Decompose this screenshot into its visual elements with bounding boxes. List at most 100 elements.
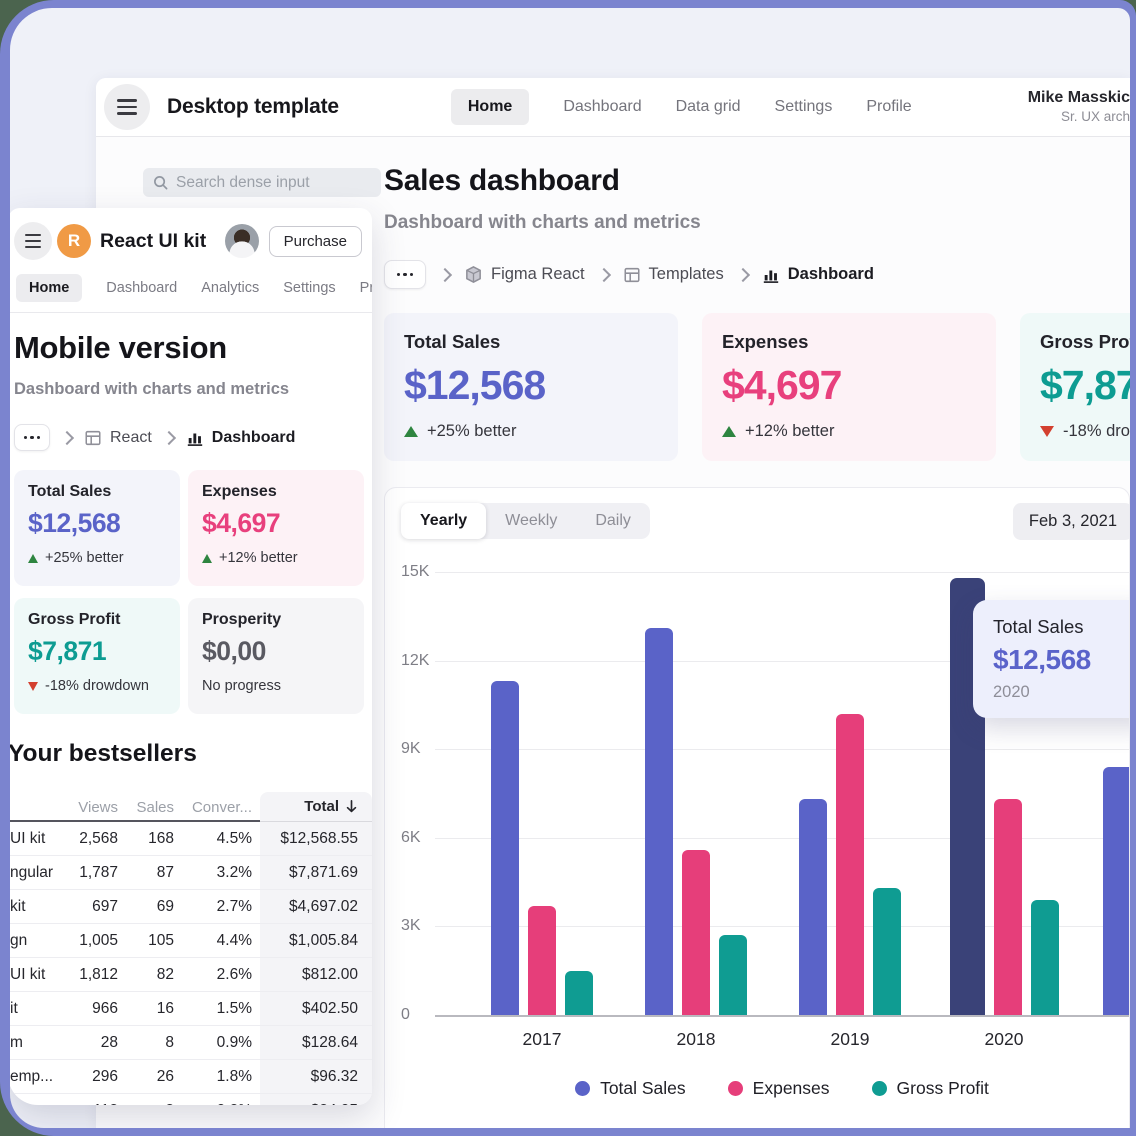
cell-value: 3.2% (182, 864, 260, 882)
mobile-stat-card-expenses: Expenses$4,697+12% better (188, 470, 364, 586)
bar-expenses-2017[interactable] (528, 906, 556, 1015)
cell-value: $7,871.69 (260, 856, 372, 889)
tab-profile[interactable]: Profile (866, 98, 911, 116)
table-row: emp...296261.8%$96.32 (10, 1060, 372, 1094)
breadcrumb-item-figma-react[interactable]: Figma React (464, 265, 585, 284)
cell-value: $128.64 (260, 1026, 372, 1059)
bar-group-2018 (619, 572, 773, 1015)
date-picker-chip[interactable]: Feb 3, 2021 (1013, 503, 1130, 540)
breadcrumb-more-button[interactable] (384, 260, 426, 289)
column-header-views[interactable]: Views (62, 799, 126, 816)
search-icon (153, 175, 168, 190)
mobile-tab-dashboard[interactable]: Dashboard (106, 280, 177, 296)
bestsellers-title: Your bestsellers (10, 740, 197, 768)
menu-button[interactable] (104, 84, 150, 130)
bar-gross-profit-2019[interactable] (873, 888, 901, 1015)
bar-gross-profit-2017[interactable] (565, 971, 593, 1015)
trend-row: -18% drowdown (1040, 422, 1130, 441)
chevron-right-icon (736, 267, 750, 281)
cell-product: emp... (10, 1068, 62, 1086)
legend-item-expenses[interactable]: Expenses (728, 1078, 830, 1099)
breadcrumb-label: Dashboard (212, 429, 296, 447)
y-axis-tick: 9K (401, 740, 421, 758)
bar-expenses-2020[interactable] (994, 799, 1022, 1015)
legend-item-total-sales[interactable]: Total Sales (575, 1078, 686, 1099)
mobile-menu-button[interactable] (14, 222, 52, 260)
gridline (435, 1015, 1129, 1017)
bar-gross-profit-2018[interactable] (719, 935, 747, 1015)
mobile-tab-analytics[interactable]: Analytics (201, 280, 259, 296)
cell-value: 966 (62, 1000, 126, 1018)
breadcrumb-label: Dashboard (788, 265, 874, 284)
sort-descending-icon (345, 800, 358, 814)
avatar[interactable] (225, 224, 259, 258)
chevron-right-icon (438, 267, 452, 281)
bar-total-sales-2018[interactable] (645, 628, 673, 1015)
x-axis-label-2017: 2017 (465, 1029, 619, 1050)
period-tab-daily[interactable]: Daily (576, 503, 650, 539)
mobile-nav-tabs: Home Dashboard Analytics Settings Profile (16, 274, 372, 302)
card-label: Expenses (202, 483, 350, 501)
breadcrumb-item-dashboard[interactable]: Dashboard (762, 265, 874, 284)
card-label: Total Sales (404, 331, 658, 353)
cell-value: $12,568.55 (260, 822, 372, 855)
tab-data-grid[interactable]: Data grid (676, 98, 741, 116)
mobile-page-title: Mobile version (14, 330, 227, 366)
column-header-conver[interactable]: Conver... (182, 799, 260, 816)
tab-dashboard[interactable]: Dashboard (563, 98, 641, 116)
page-subtitle: Dashboard with charts and metrics (384, 212, 701, 234)
y-axis-tick: 12K (401, 652, 429, 670)
trend-text: +25% better (45, 550, 124, 566)
user-block[interactable]: Mike Masskic Sr. UX arch (1012, 88, 1130, 126)
mobile-tab-settings[interactable]: Settings (283, 280, 335, 296)
cell-value: 2.7% (182, 898, 260, 916)
legend-dot-icon (575, 1081, 590, 1096)
cell-value: 168 (126, 830, 182, 848)
breadcrumb-item-dashboard[interactable]: Dashboard (186, 429, 296, 447)
legend-item-gross-profit[interactable]: Gross Profit (872, 1078, 989, 1099)
trend-row: +25% better (404, 422, 658, 441)
mobile-panel: R React UI kit Purchase HomeDashboardAna… (10, 208, 372, 1105)
cell-value: $4,697.02 (260, 890, 372, 923)
cell-value: 16 (126, 1000, 182, 1018)
tooltip-year: 2020 (993, 683, 1130, 702)
breadcrumb-more-button[interactable] (14, 424, 50, 451)
search-input[interactable]: Search dense input (143, 168, 381, 197)
bar-expenses-2018[interactable] (682, 850, 710, 1015)
bar-total-sales-2017[interactable] (491, 681, 519, 1015)
chevron-right-icon (162, 430, 176, 444)
search-placeholder: Search dense input (176, 174, 310, 192)
breadcrumb-item-templates[interactable]: Templates (623, 265, 724, 284)
bar-expenses-2019[interactable] (836, 714, 864, 1015)
cell-value: 87 (126, 864, 182, 882)
bar-partial-next-year[interactable] (1103, 767, 1130, 1015)
table-row: UI kit1,812822.6%$812.00 (10, 958, 372, 992)
mobile-tab-home[interactable]: Home (16, 274, 82, 302)
tab-home[interactable]: Home (451, 89, 529, 125)
bestsellers-table: ViewsSalesConver...TotalUI kit2,5681684.… (10, 792, 372, 1105)
period-tab-weekly[interactable]: Weekly (486, 503, 576, 539)
desktop-header: Desktop template HomeDashboardData gridS… (96, 78, 1130, 137)
mobile-tab-profile[interactable]: Profile (360, 280, 372, 296)
bar-gross-profit-2020[interactable] (1031, 900, 1059, 1015)
bar-total-sales-2019[interactable] (799, 799, 827, 1015)
breadcrumb-item-react[interactable]: React (84, 429, 152, 447)
cell-value: 2.6% (182, 966, 260, 984)
tab-settings[interactable]: Settings (775, 98, 833, 116)
y-axis-tick: 3K (401, 917, 421, 935)
cell-value: 0.2% (182, 1102, 260, 1106)
period-tab-yearly[interactable]: Yearly (401, 503, 486, 539)
purchase-button[interactable]: Purchase (269, 226, 362, 257)
chevron-right-icon (596, 267, 610, 281)
trend-row: -18% drowdown (28, 678, 166, 694)
cell-value: 1.5% (182, 1000, 260, 1018)
column-header-sales[interactable]: Sales (126, 799, 182, 816)
desktop-nav-tabs: Home Dashboard Data grid Settings Profile (451, 89, 912, 125)
cell-value: 1,787 (62, 864, 126, 882)
mobile-stat-card-prosperity: Prosperity$0,00No progress (188, 598, 364, 714)
table-row: gn1,0051054.4%$1,005.84 (10, 924, 372, 958)
column-header-total[interactable]: Total (260, 792, 372, 822)
mobile-breadcrumb: React Dashboard (14, 424, 295, 451)
card-label: Total Sales (28, 483, 166, 501)
divider (10, 312, 372, 313)
